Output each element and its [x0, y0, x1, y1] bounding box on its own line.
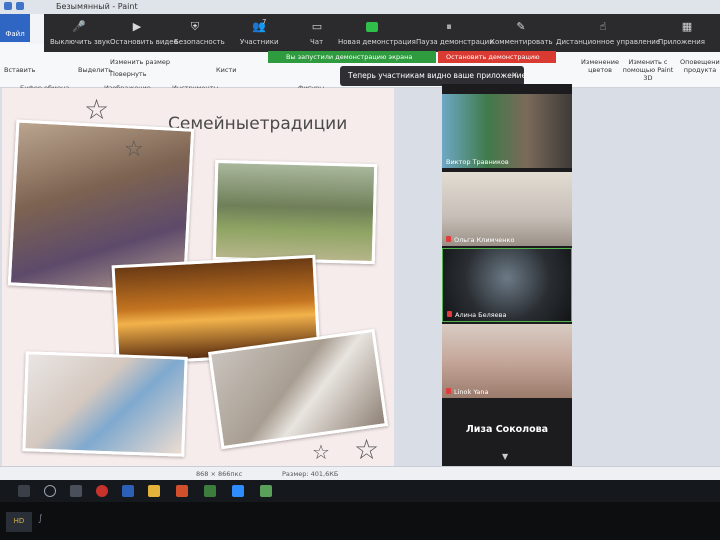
start-icon[interactable] [18, 485, 30, 497]
participants-video-panel: Виктор Травников Ольга Климченко Алина Б… [442, 84, 572, 466]
participant-name: Алина Беляева [455, 311, 507, 319]
file-size: Размер: 401,6КБ [282, 470, 339, 478]
paste-button[interactable]: Вставить [4, 66, 35, 74]
video-tile[interactable]: Linok Yana [442, 324, 572, 398]
zoom-app-icon[interactable] [232, 485, 244, 497]
stop-video-button[interactable]: Остановить видео [110, 38, 178, 46]
save-icon[interactable] [4, 2, 12, 10]
resize-button[interactable]: Изменить размер [110, 58, 170, 66]
monitor-screen: Безымянный - Paint Файл Вставить Выделит… [0, 0, 720, 540]
participants-button[interactable]: Участники [240, 38, 279, 46]
participant-name: Linok Yana [454, 388, 489, 396]
paint-title-bar: Безымянный - Paint [0, 0, 720, 14]
stop-share-button[interactable]: Остановить демонстрацию [438, 51, 556, 63]
paint-app-icon[interactable] [260, 485, 272, 497]
new-share-button[interactable]: Новая демонстрация [338, 38, 416, 46]
sharing-banner: Вы запустили демонстрацию экрана [268, 51, 436, 63]
opera-icon[interactable] [96, 485, 108, 497]
participant-name: Ольга Климченко [454, 236, 515, 244]
shield-icon[interactable]: ⛨ [188, 20, 202, 34]
toast-message: Теперь участникам видно ваше приложение [348, 71, 527, 80]
paint-status-bar: 868 × 866пкс Размер: 401,6КБ [0, 466, 720, 480]
security-button[interactable]: Безопасность [174, 38, 225, 46]
slide-title: Семейныетрадиции [168, 114, 348, 134]
star-doodle: ☆ [84, 93, 110, 126]
pause-icon[interactable]: ⏸ [442, 20, 456, 34]
annotate-button[interactable]: Комментировать [490, 38, 553, 46]
pen-icon[interactable]: ✎ [514, 20, 528, 34]
image-dimensions: 868 × 866пкс [196, 470, 243, 478]
zoom-control-bar: 🎤 Выключить звук ▶ Остановить видео ⛨ Бе… [44, 14, 720, 52]
media-icon[interactable] [204, 485, 216, 497]
tab-file[interactable]: Файл [0, 14, 30, 42]
video-camera-icon[interactable]: ▶ [130, 20, 144, 34]
star-doodle: ☆ [354, 433, 380, 466]
paint3d-button[interactable]: Изменить с помощью Paint 3D [620, 58, 676, 82]
video-tile[interactable]: Ольга Климченко [442, 172, 572, 246]
select-button[interactable]: Выделить [78, 66, 112, 74]
remote-control-button[interactable]: Дистанционное управление [556, 38, 660, 46]
remote-control-icon[interactable]: ☝ [596, 20, 610, 34]
new-share-icon[interactable] [366, 22, 378, 32]
apps-icon[interactable]: ▦ [680, 20, 694, 34]
photo-camping [212, 159, 378, 265]
photo-grandma-child-baking [22, 351, 188, 457]
share-notification-toast: Теперь участникам видно ваше приложение … [340, 66, 527, 86]
apps-button[interactable]: Приложения [658, 38, 705, 46]
participant-name: Виктор Травников [446, 158, 509, 166]
rotate-button[interactable]: Повернуть [110, 70, 147, 78]
brand-sticker-logo: ∫ [38, 514, 43, 524]
muted-mic-icon [446, 236, 451, 242]
chevron-down-icon[interactable]: ▼ [502, 452, 508, 461]
quick-access-toolbar [4, 2, 24, 10]
search-icon[interactable] [44, 485, 56, 497]
task-view-icon[interactable] [70, 485, 82, 497]
close-icon[interactable]: × [511, 70, 518, 79]
undo-icon[interactable] [16, 2, 24, 10]
edit-colors-button[interactable]: Изменение цветов [580, 58, 620, 74]
video-tile[interactable]: Виктор Травников [442, 94, 572, 168]
muted-mic-icon [447, 311, 452, 317]
brushes-button[interactable]: Кисти [216, 66, 236, 74]
collage-slide: Семейныетрадиции ☆ ☆ ☆ ☆ [2, 88, 394, 466]
chat-button[interactable]: Чат [310, 38, 323, 46]
active-speaker-name: Лиза Соколова [465, 424, 549, 435]
pause-share-button[interactable]: Пауза демонстрации [416, 38, 494, 46]
mute-button[interactable]: Выключить звук [50, 38, 110, 46]
video-tile-active[interactable]: Алина Беляева [442, 248, 572, 322]
windows-taskbar [0, 480, 720, 502]
chat-icon[interactable]: ▭ [310, 20, 324, 34]
microphone-icon[interactable]: 🎤 [72, 20, 86, 34]
product-alert-button[interactable]: Оповещение продукта [680, 58, 720, 74]
hd-sticker-logo: HD [6, 512, 32, 532]
star-doodle: ☆ [124, 137, 144, 162]
monitor-bezel [0, 502, 720, 540]
muted-mic-icon [446, 388, 451, 394]
star-doodle: ☆ [312, 440, 330, 464]
window-title: Безымянный - Paint [56, 2, 138, 11]
powerpoint-icon[interactable] [176, 485, 188, 497]
participants-count: 7 [262, 18, 267, 26]
file-explorer-icon[interactable] [148, 485, 160, 497]
word-icon[interactable] [122, 485, 134, 497]
